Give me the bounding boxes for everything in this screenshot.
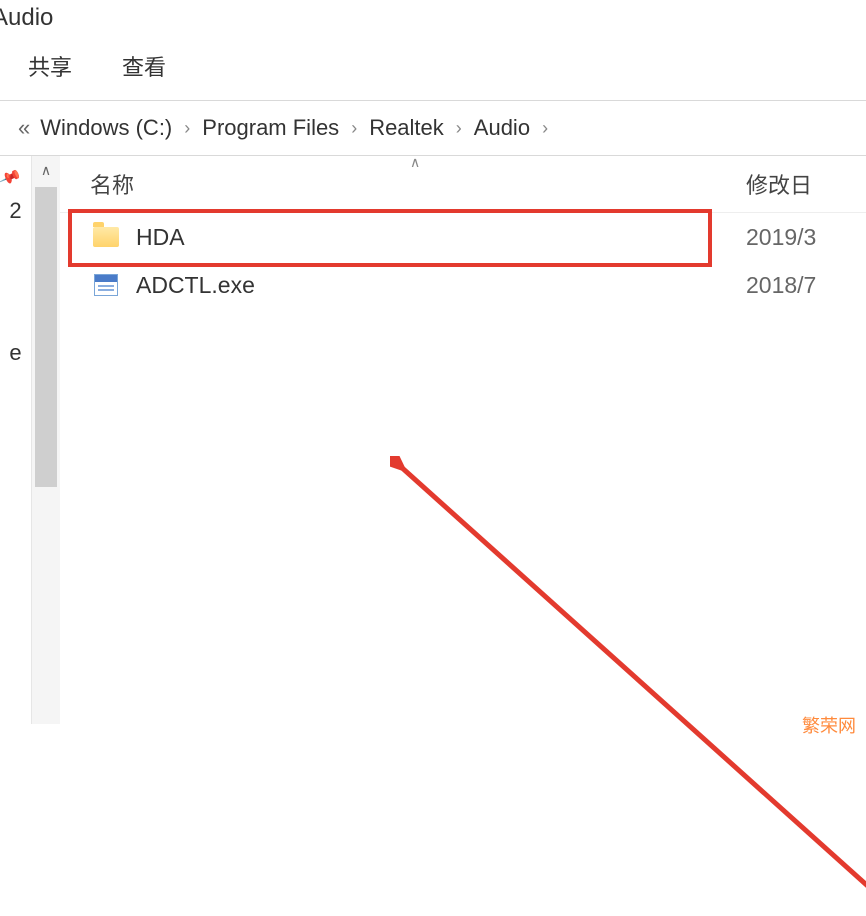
breadcrumb-segment-program-files[interactable]: Program Files xyxy=(196,115,345,141)
file-modified-date: 2019/3 xyxy=(746,224,866,251)
pin-icon[interactable]: 📌 xyxy=(0,165,22,191)
exe-icon xyxy=(90,271,122,299)
nav-scrollbar[interactable]: ∧ xyxy=(32,156,60,724)
chevron-right-icon: › xyxy=(536,118,554,139)
nav-item-truncated[interactable]: 2 xyxy=(4,198,28,224)
window-title: Audio xyxy=(0,0,866,38)
tab-view[interactable]: 查看 xyxy=(122,50,166,82)
sort-indicator-icon[interactable]: ∧ xyxy=(410,154,420,171)
file-name: HDA xyxy=(136,224,746,251)
column-header-modified[interactable]: 修改日 xyxy=(746,168,866,200)
watermark: 繁荣网 xyxy=(802,712,856,738)
folder-icon xyxy=(90,223,122,251)
nav-pane: 📌 2 e xyxy=(0,156,32,724)
ribbon-tabs: 共享 查看 xyxy=(0,38,866,101)
file-row[interactable]: HDA 2019/3 xyxy=(60,213,866,261)
breadcrumb-bar[interactable]: « Windows (C:) › Program Files › Realtek… xyxy=(0,101,866,156)
history-back-icon[interactable]: « xyxy=(8,115,34,141)
scroll-thumb[interactable] xyxy=(35,187,57,487)
chevron-right-icon: › xyxy=(450,118,468,139)
breadcrumb-segment-drive[interactable]: Windows (C:) xyxy=(34,115,178,141)
nav-item-truncated[interactable]: e xyxy=(4,340,28,366)
tab-share[interactable]: 共享 xyxy=(28,50,72,82)
file-modified-date: 2018/7 xyxy=(746,272,866,299)
content-area: 📌 2 e ∧ ∧ 名称 修改日 HDA 2019/3 ADCTL.exe 20… xyxy=(0,156,866,724)
file-row[interactable]: ADCTL.exe 2018/7 xyxy=(60,261,866,309)
scroll-up-icon[interactable]: ∧ xyxy=(41,156,51,185)
annotation-arrow xyxy=(390,456,866,916)
chevron-right-icon: › xyxy=(345,118,363,139)
columns-header: 名称 修改日 xyxy=(60,156,866,213)
chevron-right-icon: › xyxy=(178,118,196,139)
file-list: ∧ 名称 修改日 HDA 2019/3 ADCTL.exe 2018/7 xyxy=(60,156,866,724)
breadcrumb-segment-realtek[interactable]: Realtek xyxy=(363,115,450,141)
column-header-name[interactable]: 名称 xyxy=(90,168,746,200)
breadcrumb-segment-audio[interactable]: Audio xyxy=(468,115,536,141)
file-name: ADCTL.exe xyxy=(136,272,746,299)
